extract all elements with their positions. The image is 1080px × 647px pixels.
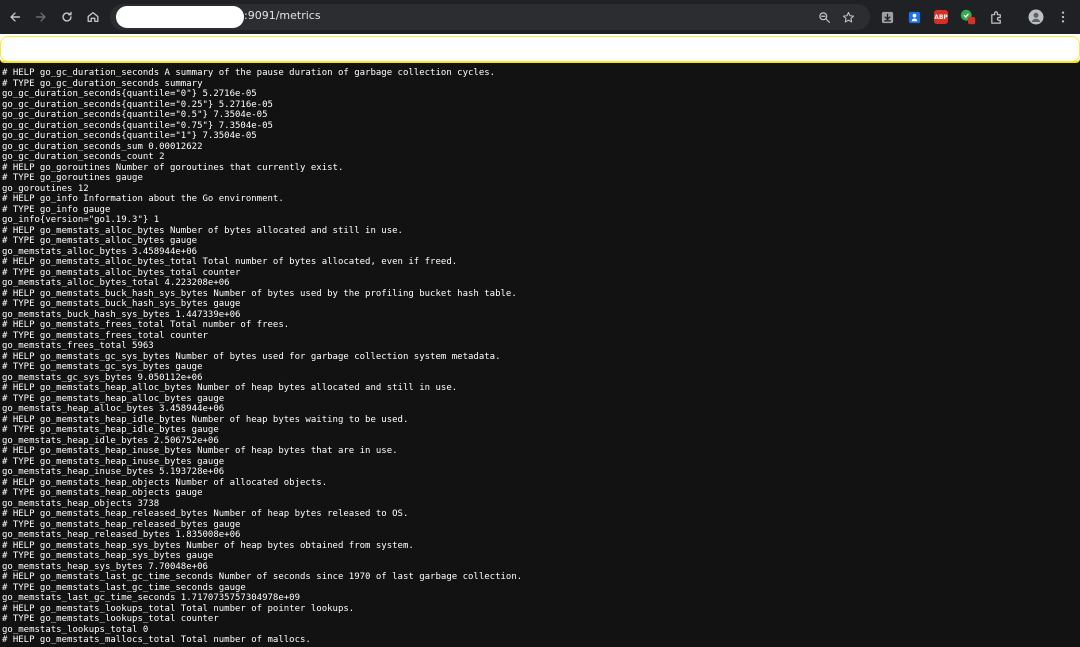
metric-comment-line: # HELP go_memstats_buck_hash_sys_bytes N… [2, 288, 517, 299]
extension-green-icon[interactable] [958, 7, 978, 27]
metric-value-line: go_memstats_alloc_bytes_total 4.223208e+… [2, 278, 230, 288]
metric-comment-line: # HELP go_memstats_alloc_bytes Number of… [2, 225, 403, 236]
home-icon[interactable] [82, 6, 104, 28]
back-arrow-icon[interactable] [4, 6, 26, 28]
metric-comment-line: # HELP go_memstats_lookups_total Total n… [2, 603, 355, 614]
metric-value-line: go_memstats_heap_inuse_bytes 5.193728e+0… [2, 467, 225, 477]
extension-blue-icon[interactable] [904, 7, 924, 27]
metric-comment-line: # HELP go_memstats_heap_inuse_bytes Numb… [2, 446, 398, 456]
metric-comment-line: # TYPE go_memstats_alloc_bytes_total cou… [2, 267, 241, 278]
metric-value-line: go_memstats_heap_alloc_bytes 3.458944e+0… [2, 404, 225, 414]
metric-value-line: go_memstats_alloc_bytes 3.458944e+06 [2, 246, 198, 257]
metric-comment-line: # HELP go_memstats_heap_objects Number o… [2, 477, 328, 488]
metrics-text: # HELP go_gc_duration_seconds A summary … [0, 66, 1080, 646]
metric-value-line: go_memstats_heap_objects 3738 [2, 498, 160, 509]
metric-value-line: go_memstats_frees_total 5963 [2, 341, 154, 351]
puzzle-extensions-icon[interactable] [986, 7, 1006, 27]
adblock-label: ABP [934, 10, 948, 24]
metric-value-line: go_memstats_heap_sys_bytes 7.70048e+06 [2, 561, 208, 572]
metric-comment-line: # HELP go_gc_duration_seconds A summary … [2, 68, 496, 78]
metric-comment-line: # TYPE go_memstats_heap_alloc_bytes gaug… [2, 393, 225, 404]
reload-icon[interactable] [56, 6, 78, 28]
metric-value-line: go_memstats_lookups_total 0 [2, 624, 149, 635]
metric-comment-line: # TYPE go_memstats_heap_released_bytes g… [2, 519, 241, 530]
kebab-menu-icon[interactable] [1053, 7, 1073, 27]
metric-comment-line: # HELP go_memstats_frees_total Total num… [2, 320, 290, 330]
metric-comment-line: # HELP go_memstats_alloc_bytes_total Tot… [2, 257, 458, 267]
metric-value-line: go_gc_duration_seconds{quantile="1"} 7.3… [2, 131, 257, 141]
address-bar[interactable]: :9091/metrics [110, 4, 870, 30]
metric-comment-line: # HELP go_memstats_gc_sys_bytes Number o… [2, 351, 501, 362]
page-content: # HELP go_gc_duration_seconds A summary … [0, 66, 1080, 647]
metric-comment-line: # TYPE go_info gauge [2, 204, 111, 215]
metric-comment-line: # TYPE go_memstats_lookups_total counter [2, 614, 219, 624]
url-text[interactable]: :9091/metrics [244, 9, 321, 22]
redacted-bar [0, 34, 1080, 63]
metric-value-line: go_gc_duration_seconds{quantile="0"} 5.2… [2, 89, 257, 99]
metric-value-line: go_gc_duration_seconds{quantile="0.75"} … [2, 120, 273, 131]
metric-value-line: go_goroutines 12 [2, 183, 89, 194]
zoom-icon[interactable] [816, 9, 832, 25]
metric-comment-line: # HELP go_memstats_last_gc_time_seconds … [2, 572, 523, 582]
profile-avatar[interactable] [1026, 7, 1046, 27]
metric-value-line: go_memstats_heap_released_bytes 1.835008… [2, 530, 241, 540]
metric-value-line: go_gc_duration_seconds_sum 0.00012622 [2, 141, 203, 152]
metric-comment-line: # TYPE go_memstats_frees_total counter [2, 330, 208, 341]
metric-value-line: go_memstats_last_gc_time_seconds 1.71707… [2, 593, 301, 603]
metric-comment-line: # HELP go_goroutines Number of goroutine… [2, 162, 344, 173]
metric-comment-line: # HELP go_info Information about the Go … [2, 194, 284, 204]
metric-comment-line: # TYPE go_memstats_alloc_bytes gauge [2, 236, 198, 246]
metric-value-line: go_gc_duration_seconds{quantile="0.25"} … [2, 99, 273, 110]
metric-comment-line: # HELP go_memstats_heap_alloc_bytes Numb… [2, 383, 458, 393]
star-icon[interactable] [840, 9, 856, 25]
browser-toolbar: :9091/metrics ABP [0, 0, 1080, 34]
metric-comment-line: # HELP go_memstats_heap_sys_bytes Number… [2, 540, 414, 551]
metric-comment-line: # HELP go_memstats_heap_released_bytes N… [2, 509, 409, 519]
metric-value-line: go_gc_duration_seconds_count 2 [2, 152, 165, 162]
forward-arrow-icon[interactable] [30, 6, 52, 28]
adblock-icon[interactable]: ABP [931, 7, 951, 27]
metric-comment-line: # TYPE go_memstats_heap_inuse_bytes gaug… [2, 456, 225, 467]
metric-comment-line: # TYPE go_memstats_heap_sys_bytes gauge [2, 551, 214, 561]
metric-comment-line: # TYPE go_memstats_heap_objects gauge [2, 488, 203, 498]
metric-value-line: go_memstats_gc_sys_bytes 9.050112e+06 [2, 372, 203, 383]
metric-comment-line: # TYPE go_gc_duration_seconds summary [2, 78, 203, 89]
metric-comment-line: # HELP go_memstats_mallocs_total Total n… [2, 635, 311, 645]
metric-comment-line: # TYPE go_memstats_buck_hash_sys_bytes g… [2, 299, 241, 309]
metric-comment-line: # TYPE go_memstats_gc_sys_bytes gauge [2, 362, 203, 372]
metric-value-line: go_memstats_buck_hash_sys_bytes 1.447339… [2, 309, 241, 320]
metric-value-line: go_info{version="go1.19.3"} 1 [2, 215, 160, 225]
metric-comment-line: # TYPE go_memstats_last_gc_time_seconds … [2, 582, 246, 593]
metric-value-line: go_gc_duration_seconds{quantile="0.5"} 7… [2, 110, 268, 120]
redacted-host [116, 6, 244, 28]
metric-comment-line: # TYPE go_goroutines gauge [2, 173, 143, 183]
metric-comment-line: # HELP go_memstats_heap_idle_bytes Numbe… [2, 414, 409, 425]
metric-value-line: go_memstats_heap_idle_bytes 2.506752e+06 [2, 435, 219, 446]
download-icon[interactable] [877, 7, 897, 27]
metric-comment-line: # TYPE go_memstats_heap_idle_bytes gauge [2, 425, 219, 435]
